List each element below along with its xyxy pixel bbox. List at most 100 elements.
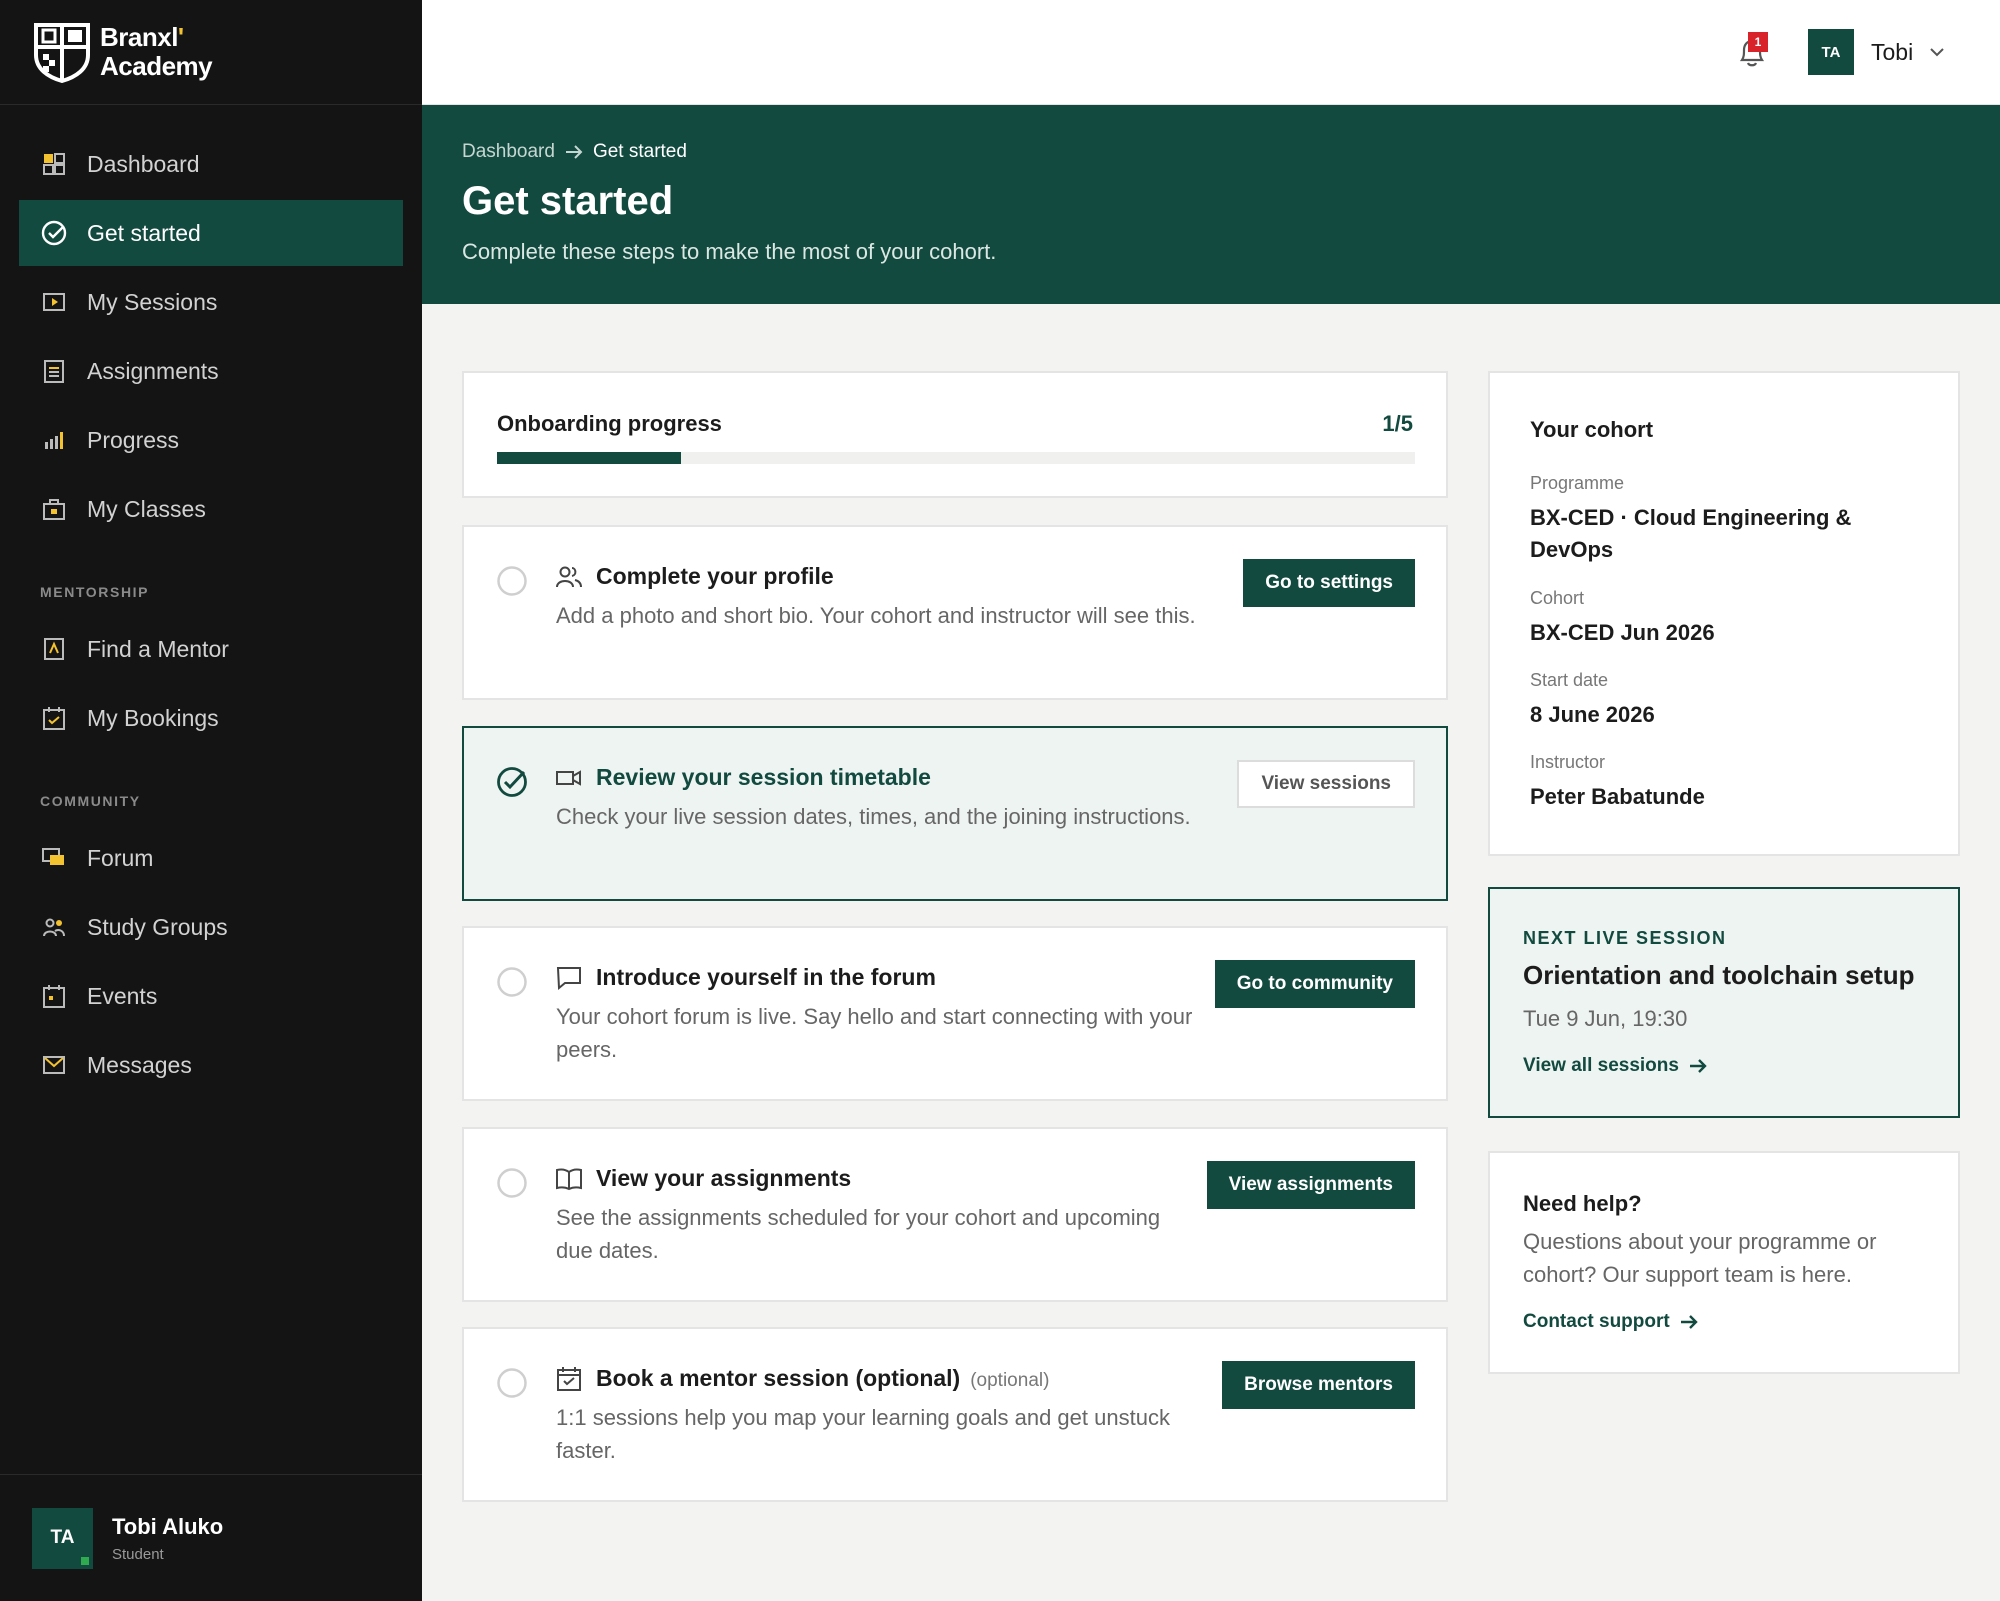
topbar: 1 TA Tobi [422,0,2000,105]
sidebar-item-messages[interactable]: Messages [19,1032,403,1098]
step-title: Introduce yourself in the forum [596,964,936,990]
video-icon [556,770,581,786]
cohort-card: Your cohort Programme BX-CED · Cloud Eng… [1488,371,1960,856]
sidebar-item-label: Assignments [87,357,219,384]
next-session-title: Orientation and toolchain setup [1523,960,1915,990]
community-heading: COMMUNITY [40,793,141,809]
help-title: Need help? [1523,1191,1642,1216]
step-description: Add a photo and short bio. Your cohort a… [556,603,1196,628]
sidebar-item-label: Messages [87,1051,192,1078]
page-hero: Dashboard Get started Get started Comple… [422,105,2000,304]
step-incomplete-circle-icon[interactable] [496,565,528,597]
sidebar-item-dashboard[interactable]: Dashboard [19,131,403,197]
sidebar-item-progress[interactable]: Progress [19,407,403,473]
start-date-label: Start date [1530,670,1609,690]
breadcrumb: Dashboard Get started [462,141,687,163]
need-help-card: Need help? Questions about your programm… [1488,1151,1960,1374]
breadcrumb-dashboard-link[interactable]: Dashboard [462,141,555,163]
mentorship-heading: MENTORSHIP [40,584,150,600]
sidebar-item-label: Events [87,982,158,1009]
users-icon [556,566,582,588]
sidebar-item-forum[interactable]: Forum [19,825,403,891]
mail-icon [41,1052,67,1078]
contact-support-link[interactable]: Contact support [1523,1311,1698,1333]
cohort-label: Cohort [1530,588,1585,608]
check-circle-icon [41,220,67,246]
sidebar-item-label: My Bookings [87,704,219,731]
next-live-session-card: NEXT LIVE SESSION Orientation and toolch… [1488,887,1960,1118]
sidebar-item-events[interactable]: Events [19,963,403,1029]
cohort-card-title: Your cohort [1530,417,1654,442]
mentor-icon [41,636,67,662]
step-description: Your cohort forum is live. Say hello and… [556,1004,1193,1062]
online-status-indicator [79,1554,91,1567]
chevron-down-icon [1930,48,1944,57]
progress-title: Onboarding progress [497,411,722,436]
view-assignments-button[interactable]: View assignments [1206,1161,1415,1209]
sidebar-item-study-groups[interactable]: Study Groups [19,894,403,960]
sidebar-item-get-started[interactable]: Get started [19,200,403,266]
group-icon [41,914,67,940]
step-card-book-mentor: Book a mentor session (optional) (optiona… [462,1327,1448,1502]
arrow-right-icon [565,145,583,159]
arrow-right-icon [1680,1315,1698,1329]
briefcase-icon [41,496,67,522]
clipboard-icon [41,358,67,384]
message-icon [556,967,581,991]
sidebar-item-assignments[interactable]: Assignments [19,338,403,404]
book-icon [556,1168,582,1191]
progress-count: 1/5 [1382,411,1413,436]
step-incomplete-circle-icon[interactable] [496,1167,528,1199]
sidebar-item-my-classes[interactable]: My Classes [19,476,403,542]
instructor-label: Instructor [1530,752,1606,772]
sidebar-item-find-a-mentor[interactable]: Find a Mentor [19,616,403,682]
sidebar-item-label: Forum [87,844,154,871]
onboarding-progress-card: Onboarding progress 1/5 [462,371,1448,498]
sidebar-user-profile[interactable]: TA Tobi Aluko Student [0,1474,422,1601]
avatar: TA [32,1507,93,1569]
user-name: Tobi Aluko [112,1513,224,1539]
go-to-community-button[interactable]: Go to community [1214,960,1415,1008]
brand-name-line1: Branxl [100,22,178,52]
view-all-sessions-link[interactable]: View all sessions [1523,1055,1707,1077]
step-incomplete-circle-icon[interactable] [496,966,528,998]
avatar: TA [1808,29,1854,75]
calendar-check-icon [41,705,67,731]
dashboard-icon [41,151,67,177]
user-role: Student [112,1545,164,1563]
next-session-time: Tue 9 Jun, 19:30 [1523,1006,1688,1031]
sidebar-item-my-bookings[interactable]: My Bookings [19,685,403,751]
step-card-view-assignments: View your assignments See the assignment… [462,1127,1448,1302]
top-user-name: Tobi [1871,38,1914,65]
step-card-introduce-forum: Introduce yourself in the forum Your coh… [462,926,1448,1101]
step-incomplete-circle-icon[interactable] [496,1367,528,1399]
start-date-value: 8 June 2026 [1530,702,1655,727]
help-description: Questions about your programme or cohort… [1523,1229,1877,1287]
progress-bar [497,452,1415,464]
go-to-settings-button[interactable]: Go to settings [1243,559,1415,607]
play-icon [41,289,67,315]
sidebar-item-label: Dashboard [87,150,200,177]
step-title: Book a mentor session (optional) [596,1365,961,1391]
brand[interactable]: Branxl' Academy [0,0,422,105]
chat-icon [41,845,67,871]
browse-mentors-button[interactable]: Browse mentors [1222,1361,1415,1409]
sidebar-item-my-sessions[interactable]: My Sessions [19,269,403,335]
user-menu[interactable]: TA Tobi [1808,29,1945,75]
sidebar-item-label: My Classes [87,495,206,522]
programme-label: Programme [1530,473,1625,493]
next-session-label: NEXT LIVE SESSION [1523,928,1727,948]
sidebar: Branxl' Academy Dashboard Get started My… [0,0,422,1601]
step-title: View your assignments [596,1165,852,1191]
calendar-check-icon [557,1367,581,1391]
main-nav: Dashboard Get started My Sessions Assign… [0,105,422,1098]
step-complete-check-icon[interactable] [496,766,528,798]
bar-chart-icon [41,427,67,453]
instructor-value: Peter Babatunde [1530,784,1705,809]
step-title: Review your session timetable [596,764,931,790]
view-sessions-button[interactable]: View sessions [1237,760,1415,808]
sidebar-item-label: Progress [87,426,180,453]
step-description: See the assignments scheduled for your c… [556,1205,1161,1263]
programme-value: BX-CED · Cloud Engineering & DevOps [1530,505,1852,562]
step-title: Complete your profile [596,563,834,589]
